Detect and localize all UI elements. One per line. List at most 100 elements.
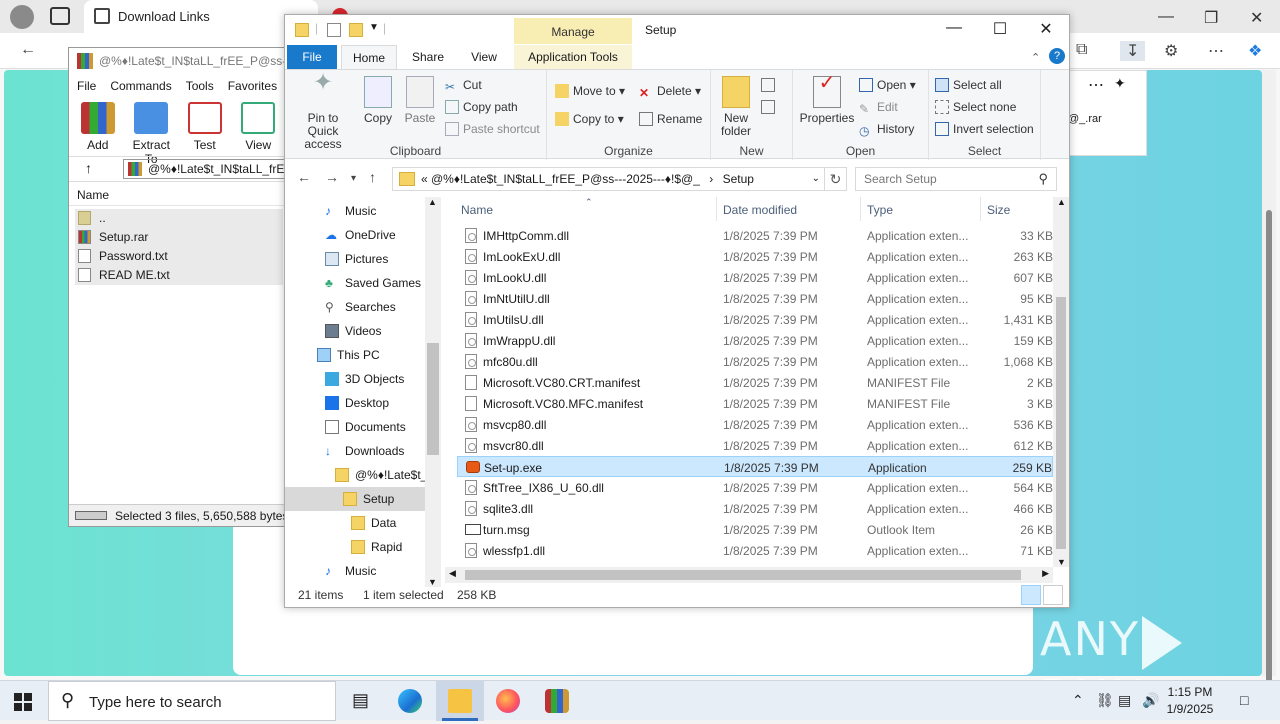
- easy-access-icon[interactable]: [761, 100, 775, 114]
- close-icon[interactable]: ✕: [1023, 19, 1069, 43]
- address-overflow[interactable]: «: [421, 172, 428, 186]
- horizontal-scrollbar[interactable]: ◀ ▶: [445, 567, 1053, 583]
- add-button[interactable]: Add: [73, 100, 123, 154]
- table-row[interactable]: IMHttpComm.dll 1/8/2025 7:39 PM Applicatio…: [457, 225, 1053, 246]
- table-row[interactable]: Set-up.exe 1/8/2025 7:39 PM Application 259…: [457, 456, 1053, 477]
- tab-home[interactable]: Home: [341, 45, 397, 69]
- downloads-icon[interactable]: ↧: [1120, 41, 1146, 61]
- tree-item-downloads[interactable]: ↓ Downloads: [325, 439, 404, 463]
- table-row[interactable]: Microsoft.VC80.MFC.manifest 1/8/2025 7:39…: [457, 393, 1053, 414]
- menu-commands[interactable]: Commands: [110, 79, 171, 93]
- rename-button[interactable]: Rename: [639, 110, 702, 128]
- archive-path-field[interactable]: @%♦!Late$t_IN$taLL_frEE_P@ss---2025---♦!…: [123, 159, 287, 179]
- select-none-button[interactable]: Select none: [935, 98, 1016, 116]
- horizontal-scrollbar-thumb[interactable]: [465, 570, 1021, 580]
- help-icon[interactable]: ?: [1049, 48, 1065, 64]
- chevron-down-icon[interactable]: ⌄: [812, 173, 820, 184]
- properties-button[interactable]: ✓ Properties: [799, 73, 855, 125]
- table-row[interactable]: msvcr80.dll 1/8/2025 7:39 PM Application e…: [457, 435, 1053, 456]
- page-scrollbar[interactable]: [1262, 70, 1276, 720]
- notification-icon[interactable]: □: [1240, 692, 1248, 708]
- large-icons-view-icon[interactable]: [1043, 585, 1063, 605]
- collapse-ribbon-icon[interactable]: ⌃: [1031, 51, 1040, 64]
- table-row[interactable]: wlessfp1.dll 1/8/2025 7:39 PM Application …: [457, 540, 1053, 561]
- extensions-icon[interactable]: ⚙: [1164, 41, 1178, 61]
- more-options-icon[interactable]: ⋯: [1208, 41, 1224, 61]
- restore-icon[interactable]: ❐: [1204, 8, 1218, 28]
- file-list-scrollbar-thumb[interactable]: [1056, 297, 1066, 549]
- table-row[interactable]: turn.msg 1/8/2025 7:39 PM Outlook Item 26 K…: [457, 519, 1053, 540]
- breadcrumb-parent[interactable]: @%♦!Late$t_IN$taLL_frEE_P@ss---2025---♦!…: [431, 172, 700, 186]
- collections-icon[interactable]: ⧉: [1076, 41, 1087, 59]
- security-icon[interactable]: ⛓: [1096, 692, 1114, 709]
- table-row-partial[interactable]: [457, 205, 1053, 226]
- firefox-taskbar-button[interactable]: [484, 681, 532, 721]
- copy-path-button[interactable]: Copy path: [445, 98, 518, 116]
- tab-view[interactable]: View: [459, 45, 509, 69]
- forward-arrow-icon[interactable]: →: [325, 169, 339, 185]
- close-icon[interactable]: ✕: [1250, 8, 1263, 28]
- tree-item-onedrive[interactable]: ☁ OneDrive: [325, 223, 396, 247]
- tree-item-rapid[interactable]: Rapid: [351, 535, 402, 559]
- taskbar-search-input[interactable]: ⚲ Type here to search: [48, 681, 336, 721]
- table-row[interactable]: ImLookExU.dll 1/8/2025 7:39 PM Application…: [457, 246, 1053, 267]
- tab-share[interactable]: Share: [405, 45, 451, 69]
- tree-item-searches[interactable]: ⚲ Searches: [325, 295, 396, 319]
- more-options-icon[interactable]: ⋯: [1088, 75, 1104, 95]
- pin-to-quick-access-button[interactable]: ✦ Pin to Quick access: [291, 71, 355, 151]
- new-folder-qa-icon[interactable]: [349, 23, 363, 37]
- scroll-right-icon[interactable]: ▶: [1042, 568, 1049, 579]
- table-row[interactable]: Microsoft.VC80.CRT.manifest 1/8/2025 7:39…: [457, 372, 1053, 393]
- chevron-down-icon[interactable]: ▼: [369, 22, 379, 33]
- table-row[interactable]: sqlite3.dll 1/8/2025 7:39 PM Application e…: [457, 498, 1053, 519]
- delete-button[interactable]: ✕ Delete ▾: [639, 82, 701, 100]
- tree-scrollbar[interactable]: ▲ ▼: [425, 197, 441, 587]
- table-row[interactable]: SftTree_IX86_U_60.dll 1/8/2025 7:39 PM App…: [457, 477, 1053, 498]
- properties-qa-icon[interactable]: [327, 23, 341, 37]
- pin-icon[interactable]: ✦: [1114, 75, 1126, 92]
- tree-scrollbar-thumb[interactable]: [427, 343, 439, 455]
- winrar-taskbar-button[interactable]: [533, 681, 581, 721]
- tree-item-archive-folder[interactable]: @%♦!Late$t_: [335, 463, 427, 487]
- tree-item-music-2[interactable]: ♪ Music: [325, 559, 376, 583]
- table-row[interactable]: mfc80u.dll 1/8/2025 7:39 PM Application ex…: [457, 351, 1053, 372]
- history-button[interactable]: ◷ History: [859, 120, 914, 138]
- list-item[interactable]: ..: [75, 209, 283, 228]
- tab-file[interactable]: File: [287, 45, 337, 69]
- system-clock[interactable]: 1:15 PM 1/9/2025: [1150, 684, 1230, 718]
- new-folder-button[interactable]: New folder: [715, 74, 757, 138]
- recent-locations-icon[interactable]: ▾: [351, 173, 356, 184]
- refresh-icon[interactable]: ↻: [825, 167, 847, 191]
- back-arrow-icon[interactable]: ←: [297, 169, 311, 185]
- tree-item-this-pc[interactable]: This PC: [317, 343, 380, 367]
- copy-button[interactable]: Copy: [359, 74, 397, 125]
- table-row[interactable]: ImUtilsU.dll 1/8/2025 7:39 PM Application …: [457, 309, 1053, 330]
- open-button[interactable]: Open ▾: [859, 76, 916, 94]
- scroll-up-icon[interactable]: ▲: [1057, 197, 1066, 207]
- breadcrumb-separator[interactable]: ›: [709, 172, 713, 186]
- menu-tools[interactable]: Tools: [186, 79, 214, 93]
- task-view-button[interactable]: ▤: [338, 681, 386, 721]
- winrar-column-name[interactable]: Name: [69, 182, 287, 206]
- tree-item-documents[interactable]: Documents: [325, 415, 406, 439]
- extract-to-button[interactable]: Extract To: [127, 100, 177, 166]
- download-item-name[interactable]: @_.rar: [1068, 113, 1102, 125]
- scroll-up-icon[interactable]: ▲: [428, 197, 437, 207]
- windows-start-icon[interactable]: [14, 693, 32, 711]
- maximize-icon[interactable]: ☐: [977, 19, 1023, 43]
- move-to-button[interactable]: Move to ▾: [555, 82, 625, 100]
- test-button[interactable]: Test: [180, 100, 230, 154]
- back-arrow-icon[interactable]: ←: [20, 41, 36, 59]
- minimize-icon[interactable]: —: [931, 19, 977, 43]
- cut-button[interactable]: ✂ Cut: [445, 76, 482, 94]
- list-item[interactable]: READ ME.txt: [75, 266, 283, 285]
- search-input[interactable]: Search Setup ⚲: [855, 167, 1057, 191]
- menu-favorites[interactable]: Favorites: [228, 79, 277, 93]
- tab-application-tools[interactable]: Application Tools: [514, 45, 632, 69]
- invert-selection-button[interactable]: Invert selection: [935, 120, 1034, 138]
- tab-manage[interactable]: Manage: [514, 18, 632, 44]
- table-row[interactable]: ImLookU.dll 1/8/2025 7:39 PM Application e…: [457, 267, 1053, 288]
- copilot-icon[interactable]: ❖: [1248, 41, 1262, 61]
- tree-item-pictures[interactable]: Pictures: [325, 247, 388, 271]
- details-view-icon[interactable]: [1021, 585, 1041, 605]
